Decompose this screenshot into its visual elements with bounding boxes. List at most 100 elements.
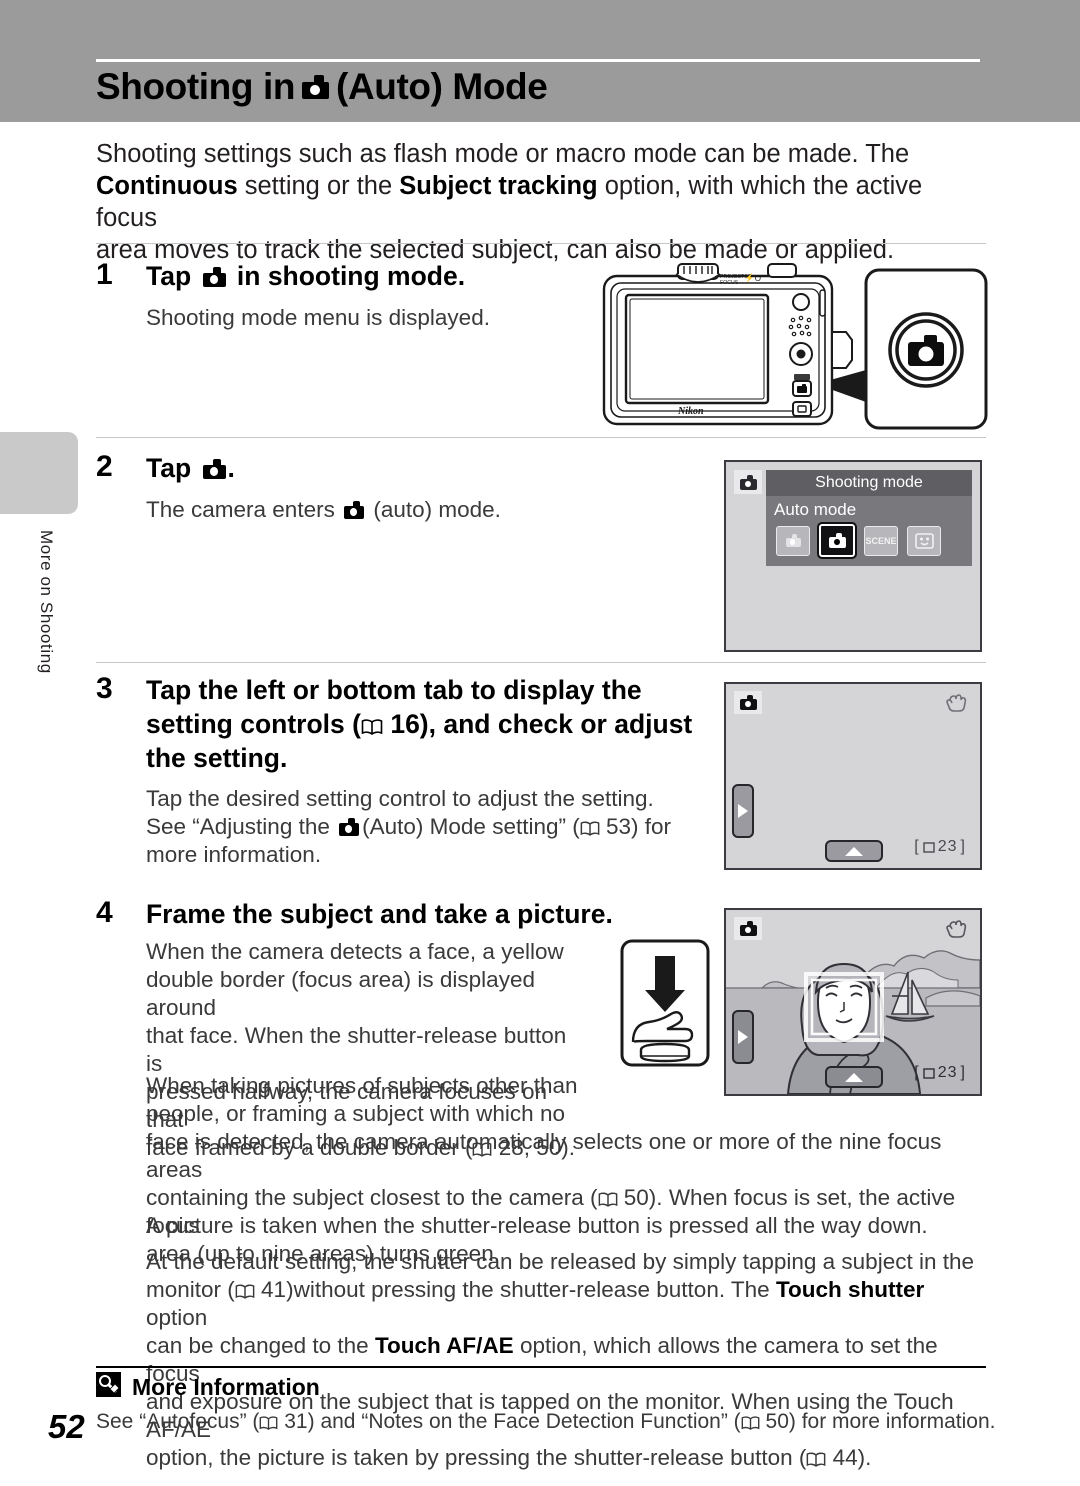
mode-chip-smart-portrait[interactable] — [907, 525, 941, 556]
s4-p4-l5-ref: 44). — [832, 1445, 872, 1470]
mode-chip-auto[interactable] — [817, 522, 857, 559]
header-rule — [96, 59, 980, 62]
camera-icon — [734, 917, 762, 940]
chevron-right-icon — [738, 804, 748, 818]
camera-icon — [202, 267, 226, 288]
left-setting-tab[interactable] — [732, 784, 754, 838]
s4-p4-l3-pre: can be changed to the — [146, 1333, 375, 1358]
screen-title: Shooting mode — [766, 470, 972, 496]
step-3-body-line-2-mid: (Auto) Mode setting” ( — [362, 814, 580, 839]
smiley-icon — [914, 532, 934, 549]
step-3-heading-line-2-ref: 16), — [390, 709, 436, 739]
s4-p4-l2-ref: 41) — [261, 1277, 294, 1302]
mode-chip-easy-auto[interactable] — [776, 525, 810, 556]
camera-back-illustration: PROJECTOR FOCUS O⚡ Nikon — [598, 262, 990, 445]
more-information-heading: More Information — [96, 1372, 320, 1403]
more-information-icon — [96, 1372, 121, 1403]
s4-p1-l3: that face. When the shutter-release butt… — [146, 1023, 567, 1076]
counter-bracket-close: ] — [960, 838, 966, 855]
selected-mode-label: Auto mode — [774, 500, 857, 519]
mi-body-mid: and “Notes on the Face Detection Functio… — [320, 1410, 741, 1433]
image-icon — [923, 1067, 935, 1079]
screen-live-view-empty: [ 23 ] — [724, 682, 982, 870]
step-4-paragraph-2-bottom: face is detected, the camera automatical… — [146, 1128, 991, 1268]
more-information-rule — [96, 1366, 986, 1368]
mode-chip-scene[interactable]: SCENE — [864, 525, 898, 556]
step-1-body: Shooting mode menu is displayed. — [146, 305, 490, 330]
step-2-body-post: (auto) mode. — [373, 497, 501, 522]
step-1-heading-pre: Tap — [146, 261, 192, 291]
s4-p1-l2: double border (focus area) is displayed … — [146, 967, 535, 1020]
book-reference-icon — [598, 1192, 618, 1208]
svg-text:FOCUS: FOCUS — [720, 280, 739, 286]
screen-shooting-mode-menu: Shooting mode Auto mode SCENE — [724, 460, 982, 652]
bottom-setting-tab[interactable] — [825, 1066, 883, 1088]
step-3-body: Tap the desired setting control to adjus… — [146, 785, 746, 869]
counter-value: 23 — [937, 1064, 958, 1081]
step-1-heading-post: in shooting mode. — [236, 261, 466, 291]
counter-value: 23 — [937, 838, 958, 855]
step-2: 2 Tap . The camera enters (auto) mode. — [96, 450, 616, 540]
side-tab-label: More on Shooting — [37, 530, 56, 674]
mode-icon-row: SCENE — [776, 522, 941, 559]
more-information-body: See “Autofocus” ( 31) and “Notes on the … — [96, 1408, 996, 1435]
step-2-heading: Tap . — [146, 451, 235, 485]
bottom-setting-tab[interactable] — [825, 840, 883, 862]
mi-body-ref2: 50) — [765, 1410, 796, 1433]
intro-line-1: Shooting settings such as flash mode or … — [96, 140, 910, 168]
step-4-number: 4 — [96, 896, 113, 929]
chevron-up-icon — [845, 1072, 863, 1082]
book-reference-icon — [235, 1284, 255, 1300]
s4-p4-l5-pre: option, the picture is taken by pressing… — [146, 1445, 807, 1470]
s4-p2-l3: face is detected, the camera automatical… — [146, 1129, 942, 1182]
step-2-number: 2 — [96, 450, 113, 483]
intro-bold-continuous: Continuous — [96, 172, 238, 200]
step-3-body-line-3: more information. — [146, 842, 322, 867]
counter-bracket-close: ] — [960, 1064, 966, 1081]
frame-counter: [ 23 ] — [914, 838, 966, 856]
step-3: 3 Tap the left or bottom tab to display … — [96, 672, 716, 867]
mi-body-ref1: 31) — [284, 1410, 315, 1433]
camera-icon — [302, 75, 330, 99]
step-3-body-line-2-post: for — [644, 814, 672, 839]
step-3-body-line-1: Tap the desired setting control to adjus… — [146, 786, 654, 811]
divider-above-step-1 — [96, 243, 986, 244]
chevron-right-icon — [738, 1030, 748, 1044]
step-2-body: The camera enters (auto) mode. — [146, 496, 501, 524]
step-3-heading-line-2-pre: setting controls ( — [146, 709, 361, 739]
step-3-body-line-2-pre: See “Adjusting the — [146, 814, 330, 839]
s4-p2-l4-pre: containing the subject closest to the ca… — [146, 1185, 598, 1210]
mi-body-post: for more information. — [801, 1410, 996, 1433]
page-title-pre: Shooting in — [96, 66, 296, 107]
step-2-heading-pre: Tap — [146, 453, 192, 483]
shutter-press-svg — [620, 939, 710, 1067]
camera-icon — [339, 817, 360, 836]
step-2-heading-post: . — [227, 453, 235, 483]
step-4-paragraph-3: A picture is taken when the shutter-rele… — [146, 1213, 928, 1238]
shake-reduction-icon — [946, 693, 968, 718]
s4-p4-l2-pre: monitor ( — [146, 1277, 235, 1302]
page-number: 52 — [48, 1408, 85, 1445]
divider-above-step-2 — [96, 437, 986, 438]
s4-p4-l2-post: option — [146, 1305, 208, 1330]
left-setting-tab[interactable] — [732, 1010, 754, 1064]
shutter-press-illustration — [619, 938, 711, 1073]
counter-bracket-open: [ — [914, 1064, 920, 1081]
step-3-heading-line-3: the setting. — [146, 743, 288, 773]
step-3-heading-line-2-post: and check or adjust — [443, 709, 693, 739]
mi-body-pre: See “Autofocus” ( — [96, 1410, 260, 1433]
step-2-body-pre: The camera enters — [146, 497, 335, 522]
step-4-heading: Frame the subject and take a picture. — [146, 899, 613, 929]
s4-p2-l4-ref: 50). — [623, 1185, 663, 1210]
divider-above-step-3 — [96, 662, 986, 663]
s4-p4-l2-mid: without pressing the shutter-release but… — [293, 1277, 776, 1302]
intro-bold-subject-tracking: Subject tracking — [399, 172, 598, 200]
s4-p1-l1: When the camera detects a face, a yellow — [146, 939, 564, 964]
intro-mid-1: setting or the — [237, 172, 400, 200]
page-title-post: (Auto) Mode — [336, 66, 548, 107]
more-information-title: More Information — [132, 1374, 320, 1400]
step-3-heading: Tap the left or bottom tab to display th… — [146, 673, 726, 775]
camera-icon — [734, 470, 762, 494]
step-1-heading: Tap in shooting mode. — [146, 259, 465, 293]
page-title: Shooting in (Auto) Mode — [96, 66, 548, 108]
